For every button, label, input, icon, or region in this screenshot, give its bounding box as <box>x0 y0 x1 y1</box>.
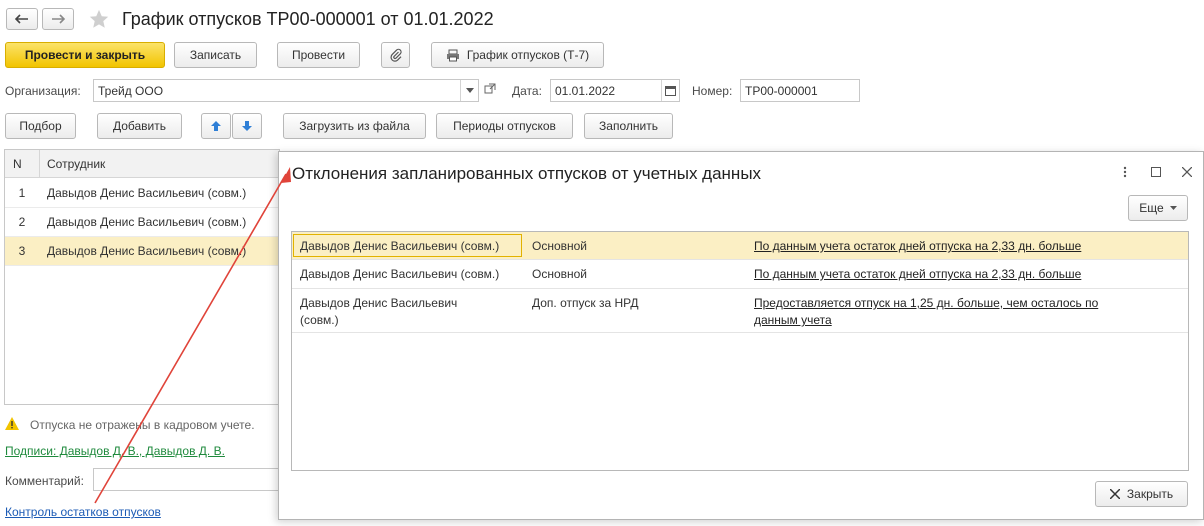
control-balances-link[interactable]: Контроль остатков отпусков <box>5 505 161 519</box>
more-button[interactable]: Еще <box>1128 195 1188 221</box>
more-label: Еще <box>1139 201 1164 215</box>
calendar-icon[interactable] <box>661 80 679 101</box>
table-row[interactable]: 2 Давыдов Денис Васильевич (совм.) <box>5 208 279 237</box>
warning-text: Отпуска не отражены в кадровом учете. <box>30 418 255 432</box>
column-n[interactable]: N <box>5 150 39 177</box>
organization-label: Организация: <box>5 84 81 98</box>
row-vacation-type: Основной <box>532 267 588 281</box>
row-employee: Давыдов Денис Васильевич (совм.) <box>47 186 247 200</box>
list-item[interactable]: Давыдов Денис Васильевич (совм.) Основно… <box>292 232 1188 260</box>
printer-icon <box>446 49 459 61</box>
row-vacation-type: Доп. отпуск за НРД <box>532 296 639 310</box>
row-employee: Давыдов Денис Васильевич (совм.) <box>47 215 247 229</box>
favorite-star-icon[interactable] <box>88 8 112 32</box>
employees-table: N Сотрудник 1 Давыдов Денис Васильевич (… <box>4 149 280 405</box>
forward-button[interactable] <box>42 8 74 30</box>
dialog-title: Отклонения запланированных отпусков от у… <box>292 164 762 183</box>
date-field[interactable]: 01.01.2022 <box>550 79 680 102</box>
date-label: Дата: <box>512 84 542 98</box>
signatures-link[interactable]: Подписи: Давыдов Д. В., Давыдов Д. В. <box>5 444 225 458</box>
move-up-button[interactable] <box>201 113 231 139</box>
number-field[interactable]: ТР00-000001 <box>740 79 860 102</box>
save-button[interactable]: Записать <box>174 42 257 68</box>
post-and-close-button[interactable]: Провести и закрыть <box>5 42 165 68</box>
close-icon[interactable] <box>1179 164 1195 180</box>
arrow-down-icon <box>242 121 252 131</box>
row-message-link[interactable]: По данным учета остаток дней отпуска на … <box>754 260 1174 288</box>
row-number: 1 <box>18 186 26 200</box>
attach-button[interactable] <box>381 42 410 68</box>
move-down-button[interactable] <box>232 113 262 139</box>
select-button[interactable]: Подбор <box>5 113 76 139</box>
column-employee[interactable]: Сотрудник <box>47 150 105 177</box>
vacation-periods-button[interactable]: Периоды отпусков <box>436 113 573 139</box>
chevron-down-icon <box>1169 206 1177 210</box>
date-value: 01.01.2022 <box>555 83 616 98</box>
load-from-file-button[interactable]: Загрузить из файла <box>283 113 426 139</box>
chevron-down-icon[interactable] <box>460 80 478 101</box>
table-header: N Сотрудник <box>5 150 279 178</box>
print-schedule-label: График отпусков (Т-7) <box>466 48 590 62</box>
arrow-up-icon <box>211 121 221 131</box>
row-number: 2 <box>18 215 26 229</box>
row-employee: Давыдов Денис Васильевич (совм.) <box>47 244 247 258</box>
row-number: 3 <box>18 244 26 258</box>
page-title: График отпусков ТР00-000001 от 01.01.202… <box>122 9 494 29</box>
print-schedule-button[interactable]: График отпусков (Т-7) <box>431 42 604 68</box>
close-x-icon <box>1109 489 1120 499</box>
arrow-right-icon <box>52 14 65 24</box>
maximize-icon[interactable] <box>1148 164 1164 180</box>
comment-field[interactable] <box>93 468 283 491</box>
table-row[interactable]: 3 Давыдов Денис Васильевич (совм.) <box>5 237 279 266</box>
deviations-dialog: Отклонения запланированных отпусков от у… <box>278 151 1204 520</box>
arrow-left-icon <box>15 14 28 24</box>
organization-field[interactable]: Трейд ООО <box>93 79 479 102</box>
row-employee: Давыдов Денис Васильевич (совм.) <box>300 267 500 281</box>
add-button[interactable]: Добавить <box>97 113 182 139</box>
fill-button[interactable]: Заполнить <box>584 113 673 139</box>
deviations-table: Давыдов Денис Васильевич (совм.) Основно… <box>291 231 1189 471</box>
row-employee: Давыдов Денис Васильевич (совм.) <box>300 239 500 253</box>
list-item[interactable]: Давыдов Денис Васильевич (совм.) Основно… <box>292 260 1188 289</box>
close-button[interactable]: Закрыть <box>1095 481 1188 507</box>
row-message-link[interactable]: Предоставляется отпуск на 1,25 дн. больш… <box>754 289 1144 332</box>
paperclip-icon <box>389 48 402 62</box>
number-label: Номер: <box>692 84 733 98</box>
close-label: Закрыть <box>1126 487 1174 501</box>
warning-icon <box>5 417 19 430</box>
organization-value: Трейд ООО <box>98 83 164 98</box>
open-link-icon[interactable] <box>484 83 498 97</box>
back-button[interactable] <box>6 8 38 30</box>
row-employee: Давыдов Денис Васильевич (совм.) <box>300 296 458 327</box>
row-message-link[interactable]: По данным учета остаток дней отпуска на … <box>754 232 1174 259</box>
table-row[interactable]: 1 Давыдов Денис Васильевич (совм.) <box>5 179 279 208</box>
more-actions-icon[interactable] <box>1117 164 1133 180</box>
row-vacation-type: Основной <box>532 239 588 253</box>
number-value: ТР00-000001 <box>745 83 818 98</box>
comment-label: Комментарий: <box>5 474 84 488</box>
list-item[interactable]: Давыдов Денис Васильевич (совм.) Доп. от… <box>292 289 1188 333</box>
post-button[interactable]: Провести <box>277 42 360 68</box>
